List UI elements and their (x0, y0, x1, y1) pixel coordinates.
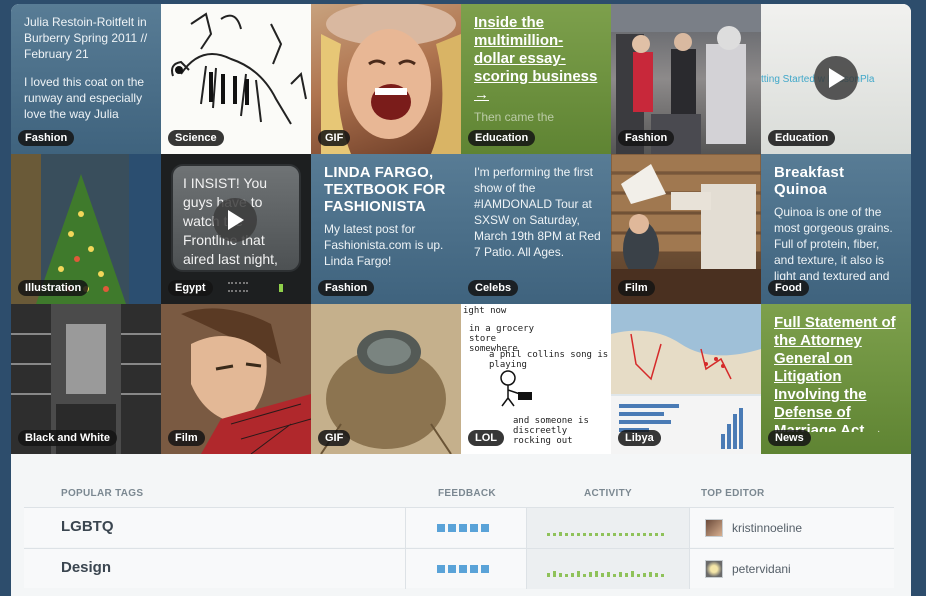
tile-tag[interactable]: Fashion (18, 130, 75, 146)
tile-text: Julia Restoin-Roitfelt in Burberry Sprin… (24, 15, 148, 61)
tile-illustration-image[interactable]: Illustration (11, 154, 161, 304)
header-popular-tags: POPULAR TAGS (61, 488, 144, 499)
post-link[interactable]: Inside the multimillion-dollar essay-sco… (474, 14, 597, 103)
tile-text-2: I loved this coat on the runway and espe… (24, 75, 145, 121)
feedback-cell (405, 508, 527, 548)
tile-news-post[interactable]: Full Statement of the Attorney General o… (761, 304, 911, 454)
post-headline: Breakfast Quinoa (774, 164, 845, 198)
comic-line-3: a phil collins song is playing (489, 350, 609, 370)
tile-text: Then came the (474, 110, 555, 124)
tile-education-video[interactable]: tting Started w LessonPla Education (761, 4, 911, 154)
tile-film-image-2[interactable]: Film (161, 304, 311, 454)
top-editor-cell: kristinnoeline (689, 508, 894, 548)
tile-fashion-post-2[interactable]: LINDA FARGO, TEXTBOOK FOR FASHIONISTA My… (311, 154, 461, 304)
tile-text: I'm performing the first show of the #IA… (474, 165, 601, 259)
tile-science-image[interactable]: Science (161, 4, 311, 154)
tile-tag[interactable]: Education (468, 130, 536, 146)
post-headline: LINDA FARGO, TEXTBOOK FOR FASHIONISTA (324, 164, 446, 215)
tile-gif-image-2[interactable]: GIF (311, 304, 461, 454)
activity-cell (527, 508, 689, 548)
tag-name[interactable]: LGBTQ (61, 518, 114, 535)
tile-fashion-post[interactable]: Julia Restoin-Roitfelt in Burberry Sprin… (11, 4, 161, 154)
tile-tag[interactable]: LOL (468, 430, 504, 446)
tile-film-image[interactable]: Film (611, 154, 761, 304)
tile-text: My latest post for Fashionista.com is up… (324, 222, 444, 268)
play-button[interactable] (814, 56, 858, 100)
activity-sparkline (547, 571, 664, 577)
table-row[interactable]: LGBTQ kristinnoeline (24, 507, 894, 548)
play-button[interactable] (213, 198, 257, 242)
stick-figure-icon (500, 370, 532, 407)
tile-tag[interactable]: Fashion (618, 130, 675, 146)
tile-celebs-post[interactable]: I'm performing the first show of the #IA… (461, 154, 611, 304)
editor-username[interactable]: petervidani (732, 562, 791, 576)
avatar[interactable] (705, 519, 723, 537)
play-icon (228, 210, 244, 230)
editor-username[interactable]: kristinnoeline (732, 521, 802, 535)
play-icon (829, 68, 845, 88)
tile-tag[interactable]: GIF (318, 430, 351, 446)
tile-tag[interactable]: Education (768, 130, 836, 146)
tile-tag[interactable]: Egypt (168, 280, 213, 296)
tile-lol-comic[interactable]: ight now in a grocery store somewhere a … (461, 304, 611, 454)
popular-tags-table: POPULAR TAGS FEEDBACK ACTIVITY TOP EDITO… (11, 454, 911, 596)
table-row[interactable]: Design petervidani (24, 548, 894, 589)
tag-tile-grid: Julia Restoin-Roitfelt in Burberry Sprin… (11, 4, 911, 454)
activity-sparkline (547, 532, 664, 536)
tile-blackwhite-image[interactable]: Black and White (11, 304, 161, 454)
header-top-editor: TOP EDITOR (701, 488, 765, 499)
tile-fashion-image[interactable]: Fashion (611, 4, 761, 154)
comic-line-1: ight now (463, 306, 507, 316)
tile-tag[interactable]: GIF (318, 130, 351, 146)
comic-line-4: and someone is discreetly rocking out (513, 416, 589, 446)
tile-tag[interactable]: News (768, 430, 811, 446)
tile-tag[interactable]: Libya (618, 430, 661, 446)
tile-tag[interactable]: Science (168, 130, 224, 146)
post-link[interactable]: Full Statement of the Attorney General o… (774, 314, 896, 432)
feedback-cell (405, 549, 527, 589)
tile-food-post[interactable]: Breakfast Quinoa Quinoa is one of the mo… (761, 154, 911, 304)
tile-tag[interactable]: Film (618, 280, 655, 296)
tile-tag[interactable]: Film (168, 430, 205, 446)
tile-text: Quinoa is one of the most gorgeous grain… (774, 205, 893, 282)
tile-tag[interactable]: Illustration (18, 280, 89, 296)
feedback-dots (437, 565, 489, 573)
tile-tag[interactable]: Food (768, 280, 809, 296)
table-header: POPULAR TAGS FEEDBACK ACTIVITY TOP EDITO… (11, 488, 911, 504)
top-editor-cell: petervidani (689, 549, 894, 589)
tv-speaker-grill (228, 282, 248, 292)
dashboard-frame: Julia Restoin-Roitfelt in Burberry Sprin… (11, 4, 911, 596)
tag-name[interactable]: Design (61, 559, 111, 576)
tile-libya-image[interactable]: Libya (611, 304, 761, 454)
tile-education-post[interactable]: Inside the multimillion-dollar essay-sco… (461, 4, 611, 154)
header-feedback: FEEDBACK (438, 488, 496, 499)
activity-cell (527, 549, 689, 589)
tile-tag[interactable]: Celebs (468, 280, 519, 296)
tile-egypt-video[interactable]: I INSIST! You guys have to watch the Fro… (161, 154, 311, 304)
tile-gif-image[interactable]: GIF (311, 4, 461, 154)
tile-tag[interactable]: Fashion (318, 280, 375, 296)
avatar[interactable] (705, 560, 723, 578)
tile-tag[interactable]: Black and White (18, 430, 117, 446)
header-activity: ACTIVITY (584, 488, 632, 499)
tv-indicator-light (279, 284, 283, 292)
feedback-dots (437, 524, 489, 532)
